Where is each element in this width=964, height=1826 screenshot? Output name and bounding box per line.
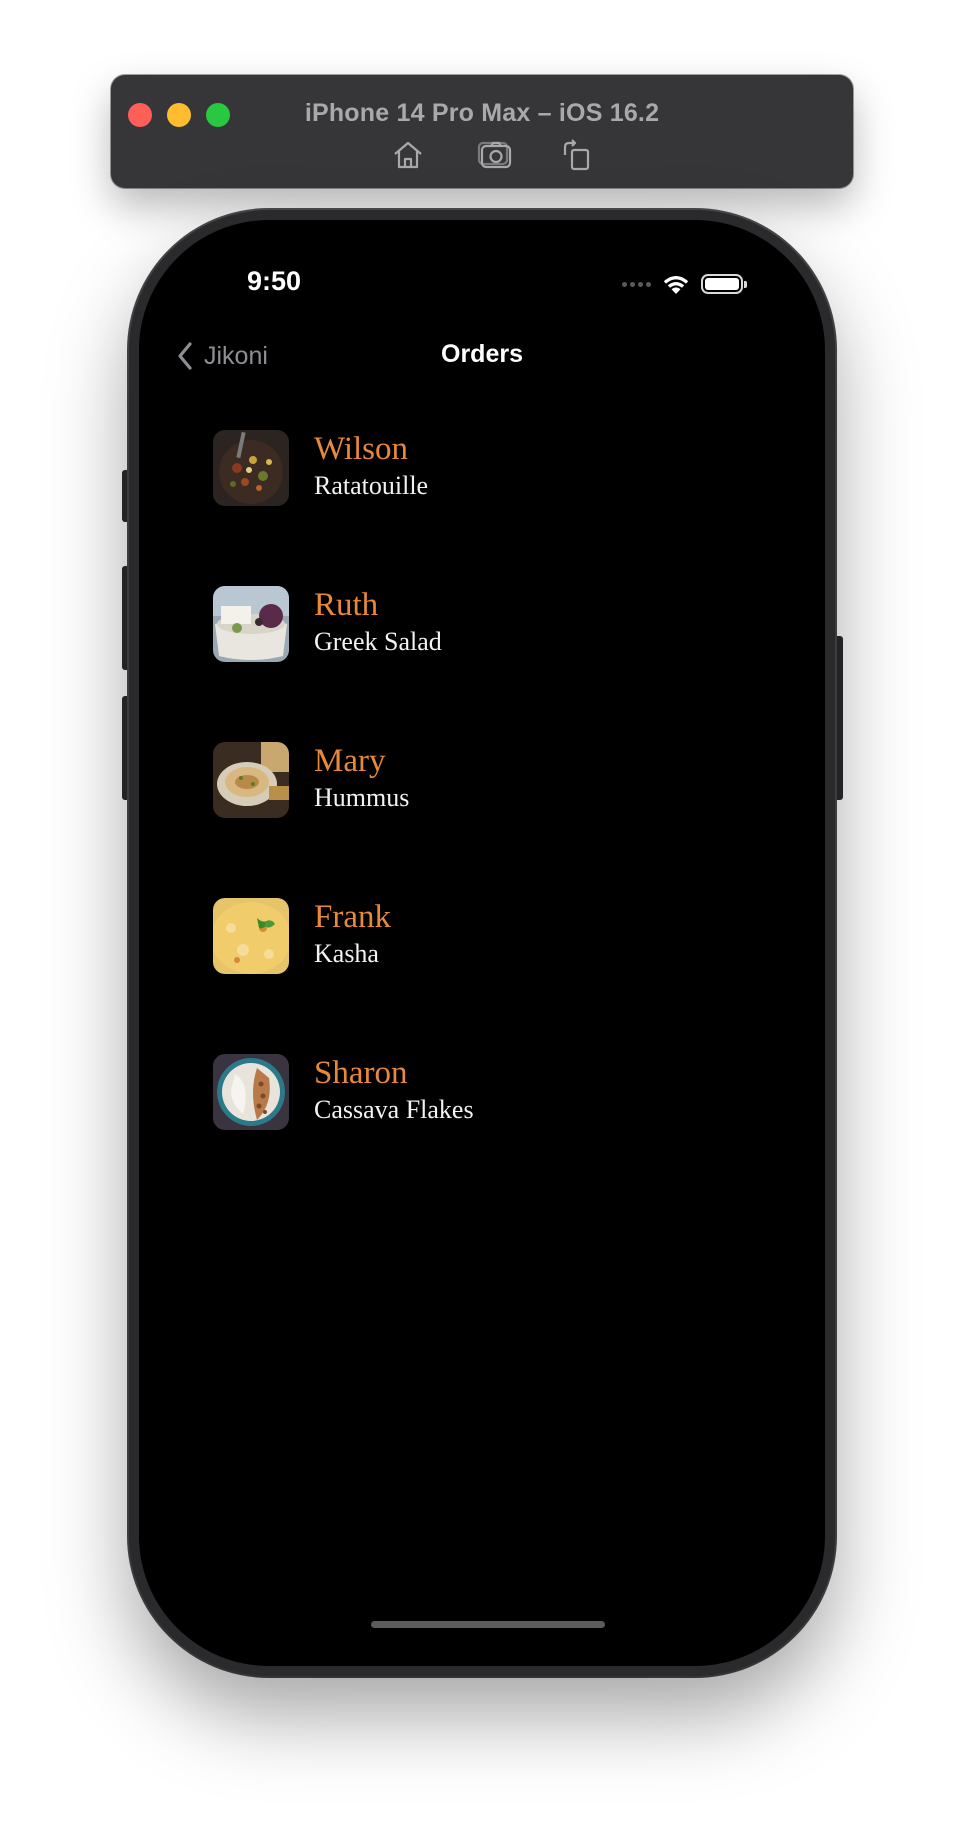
dish-thumbnail	[213, 742, 289, 818]
simulator-toolbar	[111, 135, 853, 179]
customer-name: Sharon	[314, 1055, 408, 1091]
status-time: 9:50	[247, 266, 302, 296]
rotate-icon[interactable]	[556, 135, 596, 175]
page-title: Orders	[441, 340, 523, 368]
dish-thumbnail	[213, 898, 289, 974]
side-button	[834, 636, 843, 800]
dish-name: Kasha	[314, 939, 379, 968]
orders-list: Wilson Ratatouille Ruth Greek Salad Mary…	[213, 430, 773, 1210]
dynamic-island	[397, 250, 569, 302]
home-icon[interactable]	[388, 135, 428, 175]
phone-screen: 9:50 Jikoni Orders Wilson Ratatouille Ru…	[139, 220, 825, 1666]
order-row[interactable]: Ruth Greek Salad	[213, 586, 773, 742]
order-row[interactable]: Wilson Ratatouille	[213, 430, 773, 586]
dish-thumbnail	[213, 1054, 289, 1130]
status-icons	[622, 272, 747, 296]
dish-name: Cassava Flakes	[314, 1095, 474, 1124]
dish-name: Greek Salad	[314, 627, 442, 656]
dish-name: Ratatouille	[314, 471, 429, 500]
home-indicator[interactable]	[371, 1621, 605, 1628]
customer-name: Frank	[314, 899, 391, 935]
screenshot-icon[interactable]	[476, 135, 516, 175]
simulator-window: iPhone 14 Pro Max – iOS 16.2 9:50 Jikoni…	[0, 0, 964, 1826]
simulator-title: iPhone 14 Pro Max – iOS 16.2	[304, 99, 660, 127]
customer-name: Ruth	[314, 587, 379, 623]
simulator-titlebar: iPhone 14 Pro Max – iOS 16.2	[111, 75, 853, 188]
dish-thumbnail	[213, 586, 289, 662]
order-row[interactable]: Sharon Cassava Flakes	[213, 1054, 773, 1210]
wifi-icon	[661, 273, 691, 295]
dish-name: Hummus	[314, 783, 410, 812]
battery-icon	[701, 274, 747, 294]
customer-name: Wilson	[314, 431, 409, 467]
dish-thumbnail	[213, 430, 289, 506]
order-row[interactable]: Frank Kasha	[213, 898, 773, 1054]
cellular-signal-icon	[622, 281, 651, 287]
customer-name: Mary	[314, 743, 386, 779]
order-row[interactable]: Mary Hummus	[213, 742, 773, 898]
